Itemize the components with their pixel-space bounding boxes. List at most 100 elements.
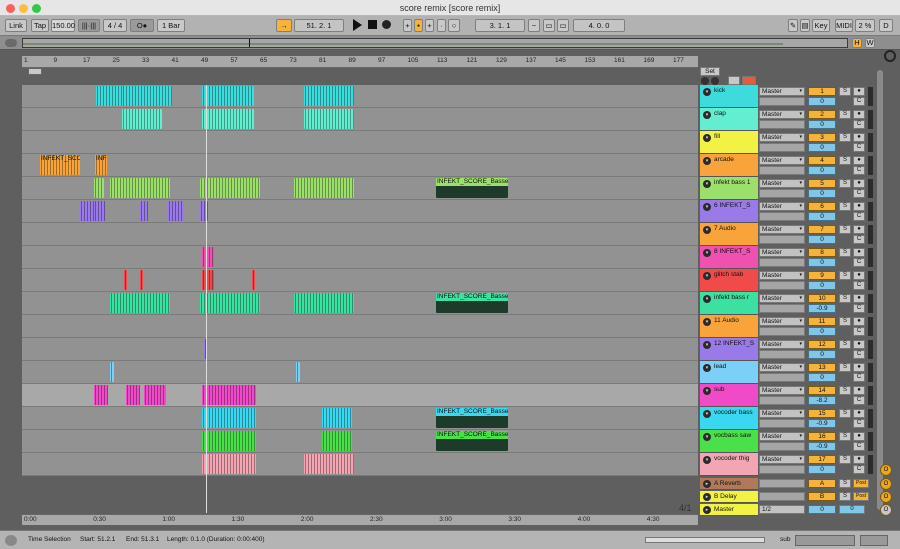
- track-header[interactable]: ▾ vocoder thig: [700, 453, 758, 476]
- track-volume-field[interactable]: 0: [808, 143, 836, 152]
- solo-button[interactable]: S: [839, 156, 851, 165]
- vertical-scrollbar[interactable]: [877, 70, 883, 510]
- track-volume-field[interactable]: 0: [808, 166, 836, 175]
- solo-button[interactable]: S: [839, 492, 851, 501]
- output-routing-select[interactable]: Master ▾: [759, 156, 805, 165]
- track-activator-button[interactable]: 3: [808, 133, 836, 142]
- clip[interactable]: [202, 247, 214, 267]
- return-activator-button[interactable]: A: [808, 479, 836, 488]
- track-volume-field[interactable]: 0: [808, 373, 836, 382]
- clip[interactable]: [322, 408, 352, 428]
- input-routing-select[interactable]: [759, 327, 805, 336]
- track-header[interactable]: ▾ 11 Audio: [700, 315, 758, 338]
- track-volume-field[interactable]: -0.9: [808, 442, 836, 451]
- post-button[interactable]: Post: [853, 479, 869, 488]
- side-button-2[interactable]: O: [880, 478, 892, 490]
- h-button[interactable]: H: [852, 38, 862, 48]
- forward-icon[interactable]: [711, 77, 719, 85]
- play-icon[interactable]: [353, 19, 362, 31]
- track-activator-button[interactable]: 6: [808, 202, 836, 211]
- minimize-window-button[interactable]: [19, 4, 28, 13]
- time-ruler[interactable]: 0:00 0:30 1:00 1:30 2:00 2:30 3:00 3:30 4:00 4:30: [22, 514, 698, 525]
- crossfade-button[interactable]: C: [853, 281, 865, 290]
- clip[interactable]: INF: [95, 155, 107, 175]
- side-button-3[interactable]: O: [880, 491, 892, 503]
- clip[interactable]: INFEKT_SCO: [40, 155, 80, 175]
- track-activator-button[interactable]: 7: [808, 225, 836, 234]
- loop-switch-icon[interactable]: ○: [448, 19, 460, 32]
- crossfade-button[interactable]: C: [853, 350, 865, 359]
- track-volume-field[interactable]: 0: [808, 235, 836, 244]
- track-header[interactable]: ▾ arcade: [700, 154, 758, 177]
- track-header[interactable]: ▾ 7 Audio: [700, 223, 758, 246]
- solo-button[interactable]: S: [839, 294, 851, 303]
- arm-button[interactable]: ●: [853, 133, 865, 142]
- clip[interactable]: [202, 86, 254, 106]
- clip-edit-icon[interactable]: [728, 76, 740, 85]
- overview-strip[interactable]: [22, 38, 848, 48]
- master-track-header[interactable]: ▸ Master: [700, 504, 758, 516]
- loop-brace[interactable]: [28, 68, 42, 75]
- stop-icon[interactable]: [368, 20, 377, 29]
- output-routing-select[interactable]: Master ▾: [759, 386, 805, 395]
- link-button[interactable]: Link: [5, 19, 27, 32]
- back-icon[interactable]: [701, 77, 709, 85]
- track-lane[interactable]: [22, 361, 698, 384]
- input-routing-select[interactable]: [759, 235, 805, 244]
- clip[interactable]: [110, 178, 170, 198]
- clip[interactable]: [294, 293, 354, 313]
- track-lane[interactable]: INFEKT_SCORE_Basses: [22, 292, 698, 315]
- arm-button[interactable]: ●: [853, 248, 865, 257]
- solo-button[interactable]: S: [839, 386, 851, 395]
- side-button-4[interactable]: O: [880, 504, 892, 516]
- track-volume-field[interactable]: 0: [808, 120, 836, 129]
- track-lane[interactable]: [22, 453, 698, 476]
- solo-button[interactable]: S: [839, 179, 851, 188]
- crossfade-button[interactable]: C: [853, 442, 865, 451]
- track-volume-field[interactable]: -8.2: [808, 396, 836, 405]
- fold-icon[interactable]: ▾: [703, 111, 711, 119]
- metronome-button[interactable]: O●: [130, 19, 154, 32]
- clip[interactable]: [94, 178, 104, 198]
- crossfade-button[interactable]: C: [853, 304, 865, 313]
- track-activator-button[interactable]: 11: [808, 317, 836, 326]
- clip[interactable]: [124, 270, 127, 290]
- track-volume-field[interactable]: -0.9: [808, 419, 836, 428]
- track-header[interactable]: ▾ vocoder bass: [700, 407, 758, 430]
- track-scroll-icon[interactable]: [884, 50, 896, 62]
- fold-icon[interactable]: ▾: [703, 295, 711, 303]
- clip[interactable]: [202, 431, 256, 451]
- track-activator-button[interactable]: 9: [808, 271, 836, 280]
- input-routing-select[interactable]: [759, 350, 805, 359]
- input-routing-select[interactable]: [759, 258, 805, 267]
- clip[interactable]: [322, 431, 352, 451]
- output-routing-select[interactable]: Master ▾: [759, 317, 805, 326]
- clip[interactable]: INFEKT_SCORE_Basses: [436, 293, 508, 313]
- output-routing-select[interactable]: Master ▾: [759, 432, 805, 441]
- track-lane[interactable]: [22, 315, 698, 338]
- clip[interactable]: [202, 408, 256, 428]
- arm-button[interactable]: ●: [853, 179, 865, 188]
- track-header[interactable]: ▾ infekt bass 1: [700, 177, 758, 200]
- track-activator-button[interactable]: 2: [808, 110, 836, 119]
- arm-button[interactable]: ●: [853, 432, 865, 441]
- record-icon[interactable]: [382, 20, 391, 29]
- crossfade-button[interactable]: C: [853, 120, 865, 129]
- track-lane[interactable]: [22, 131, 698, 154]
- w-button[interactable]: W: [865, 38, 875, 48]
- track-lane[interactable]: [22, 338, 698, 361]
- fold-icon[interactable]: ▾: [703, 433, 711, 441]
- track-volume-field[interactable]: 0: [808, 258, 836, 267]
- input-routing-select[interactable]: [759, 189, 805, 198]
- master-pan-field[interactable]: 0: [839, 505, 865, 514]
- fold-icon[interactable]: ▾: [703, 157, 711, 165]
- post-button[interactable]: Post: [853, 492, 869, 501]
- clip[interactable]: INFEKT_SCORE_Basses: [436, 178, 508, 198]
- fold-icon[interactable]: ▾: [703, 318, 711, 326]
- loop-start-field[interactable]: 3. 1. 1: [475, 19, 525, 32]
- automation-arm-button[interactable]: ▪: [414, 19, 423, 32]
- output-routing-select[interactable]: Master ▾: [759, 455, 805, 464]
- clip[interactable]: [122, 86, 172, 106]
- clip[interactable]: [304, 109, 354, 129]
- track-header[interactable]: ▾ infekt bass r: [700, 292, 758, 315]
